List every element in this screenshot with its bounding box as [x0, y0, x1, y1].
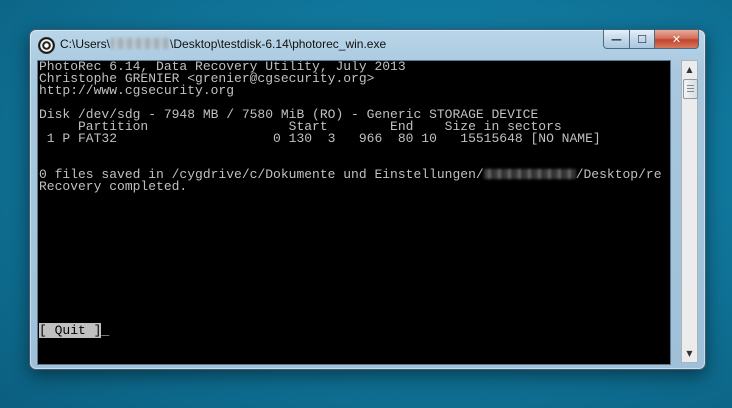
scroll-down-button[interactable]: ▼	[682, 345, 697, 362]
scroll-thumb[interactable]	[683, 79, 698, 99]
quit-line: [ Quit ]_	[39, 323, 110, 338]
photorec-app-icon[interactable]	[38, 37, 55, 54]
title-bar[interactable]: C:\Users\ \Desktop\testdisk-6.14\photorec…	[30, 30, 705, 58]
scroll-up-icon: ▲	[686, 65, 693, 74]
thumb-grip-line	[687, 88, 694, 89]
redacted-path	[483, 169, 576, 179]
close-button[interactable]: ✕	[655, 30, 699, 49]
title-path-suffix: \Desktop\testdisk-6.14\photorec_win.exe	[170, 37, 387, 51]
window-title: C:\Users\ \Desktop\testdisk-6.14\photorec…	[60, 37, 386, 51]
window-controls: — ☐ ✕	[603, 30, 699, 49]
thumb-grip-line	[687, 85, 694, 86]
text-cursor: _	[101, 323, 110, 338]
files-saved-suffix: /Desktop/re	[575, 167, 662, 182]
minimize-icon: —	[611, 32, 622, 46]
status-line: Recovery completed.	[39, 179, 188, 194]
thumb-grip-line	[687, 91, 694, 92]
minimize-button[interactable]: —	[603, 30, 630, 49]
maximize-button[interactable]: ☐	[630, 30, 655, 49]
scroll-down-icon: ▼	[686, 349, 693, 358]
quit-button[interactable]: [ Quit ]	[39, 323, 102, 338]
console-output[interactable]: PhotoRec 6.14, Data Recovery Utility, Ju…	[37, 60, 671, 365]
partition-row: 1 P FAT32 0 130 3 966 80 10 15515648 [NO…	[39, 131, 601, 146]
console-window: C:\Users\ \Desktop\testdisk-6.14\photorec…	[29, 29, 706, 370]
close-icon: ✕	[671, 32, 682, 46]
scroll-up-button[interactable]: ▲	[682, 61, 697, 78]
website-line: http://www.cgsecurity.org	[39, 83, 235, 98]
redacted-username	[111, 38, 170, 49]
vertical-scrollbar[interactable]: ▲ ▼	[681, 60, 698, 363]
maximize-icon: ☐	[637, 32, 647, 46]
title-path-prefix: C:\Users\	[60, 37, 111, 51]
